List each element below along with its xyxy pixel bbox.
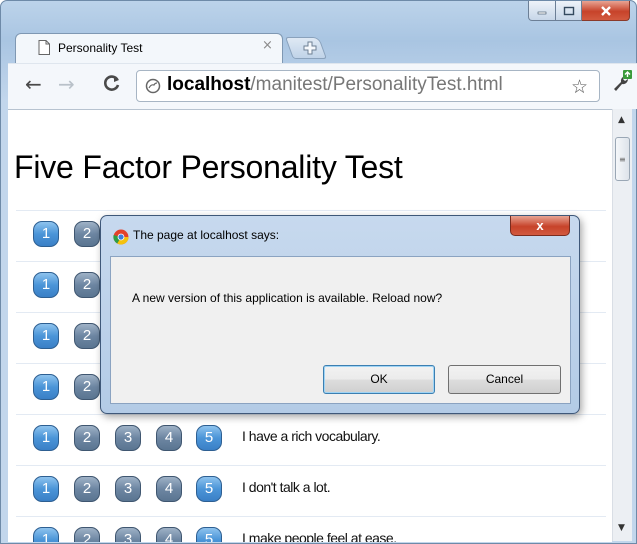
star-icon[interactable]: ☆: [571, 76, 588, 98]
rating-button-2[interactable]: 2: [74, 323, 100, 349]
toolbar: ← → localhost/manitest/PersonalityTest.h…: [8, 63, 637, 109]
dialog-body: A new version of this application is ava…: [110, 256, 571, 404]
rating-button-2[interactable]: 2: [74, 272, 100, 298]
scroll-down-icon[interactable]: ▼: [618, 523, 625, 533]
globe-icon: [145, 78, 161, 94]
rating-button-5[interactable]: 5: [196, 476, 222, 502]
scroll-up-icon[interactable]: ▲: [618, 115, 625, 125]
rating-button-2[interactable]: 2: [74, 425, 100, 451]
rating-button-3[interactable]: 3: [115, 527, 141, 542]
address-bar[interactable]: localhost/manitest/PersonalityTest.html …: [136, 70, 600, 102]
alert-dialog: The page at localhost says: x A new vers…: [100, 215, 580, 414]
cancel-button[interactable]: Cancel: [448, 365, 561, 394]
dialog-title: The page at localhost says:: [133, 228, 280, 242]
rating-button-1[interactable]: 1: [33, 527, 59, 542]
rating-button-1[interactable]: 1: [33, 221, 59, 247]
close-icon: [600, 5, 611, 16]
chrome-icon: [113, 229, 129, 245]
question-text: I don't talk a lot.: [242, 479, 331, 495]
close-icon: x: [536, 218, 544, 233]
tab-title: Personality Test: [58, 41, 143, 55]
maximize-icon: [563, 6, 574, 15]
rating-button-1[interactable]: 1: [33, 425, 59, 451]
question-row: 12345 I make people feel at ease.: [16, 516, 606, 542]
question-row: 12345 I don't talk a lot.: [16, 465, 606, 515]
question-row: 12345 I have a rich vocabulary.: [16, 414, 606, 464]
back-icon[interactable]: ←: [25, 74, 42, 94]
ok-button[interactable]: OK: [323, 365, 435, 394]
rating-button-2[interactable]: 2: [74, 221, 100, 247]
forward-icon[interactable]: →: [58, 74, 75, 94]
rating-button-1[interactable]: 1: [33, 374, 59, 400]
rating-button-3[interactable]: 3: [115, 476, 141, 502]
rating-button-2[interactable]: 2: [74, 374, 100, 400]
maximize-button[interactable]: [556, 1, 582, 21]
rating-button-1[interactable]: 1: [33, 272, 59, 298]
tab-personality-test[interactable]: Personality Test ×: [15, 33, 283, 63]
rating-button-3[interactable]: 3: [115, 425, 141, 451]
minimize-icon: [537, 11, 547, 14]
window-close-button[interactable]: [582, 1, 630, 21]
rating-button-5[interactable]: 5: [196, 425, 222, 451]
window-controls: [528, 1, 630, 21]
dialog-close-button[interactable]: x: [510, 216, 570, 236]
minimize-button[interactable]: [528, 1, 556, 21]
document-icon: [38, 40, 50, 55]
new-tab-icon: [303, 41, 317, 55]
dialog-message: A new version of this application is ava…: [132, 291, 443, 305]
url-host: localhost: [167, 74, 251, 95]
rating-button-1[interactable]: 1: [33, 476, 59, 502]
rating-button-4[interactable]: 4: [156, 527, 182, 542]
rating-button-1[interactable]: 1: [33, 323, 59, 349]
scroll-thumb[interactable]: ≡: [615, 137, 630, 181]
rating-button-4[interactable]: 4: [156, 425, 182, 451]
vertical-scrollbar[interactable]: ▲ ≡ ▼: [612, 109, 632, 541]
rating-button-2[interactable]: 2: [74, 527, 100, 542]
question-text: I have a rich vocabulary.: [242, 428, 381, 444]
grip-icon: ≡: [619, 155, 626, 164]
rating-button-5[interactable]: 5: [196, 527, 222, 542]
tab-close-icon[interactable]: ×: [262, 38, 273, 53]
url-path: /manitest/PersonalityTest.html: [250, 74, 503, 95]
question-text: I make people feel at ease.: [242, 530, 397, 542]
url-text: localhost/manitest/PersonalityTest.html: [167, 74, 503, 96]
rating-button-4[interactable]: 4: [156, 476, 182, 502]
rating-button-2[interactable]: 2: [74, 476, 100, 502]
page-title: Five Factor Personality Test: [14, 149, 403, 185]
reload-icon[interactable]: [103, 74, 121, 92]
wrench-icon[interactable]: [611, 70, 633, 94]
